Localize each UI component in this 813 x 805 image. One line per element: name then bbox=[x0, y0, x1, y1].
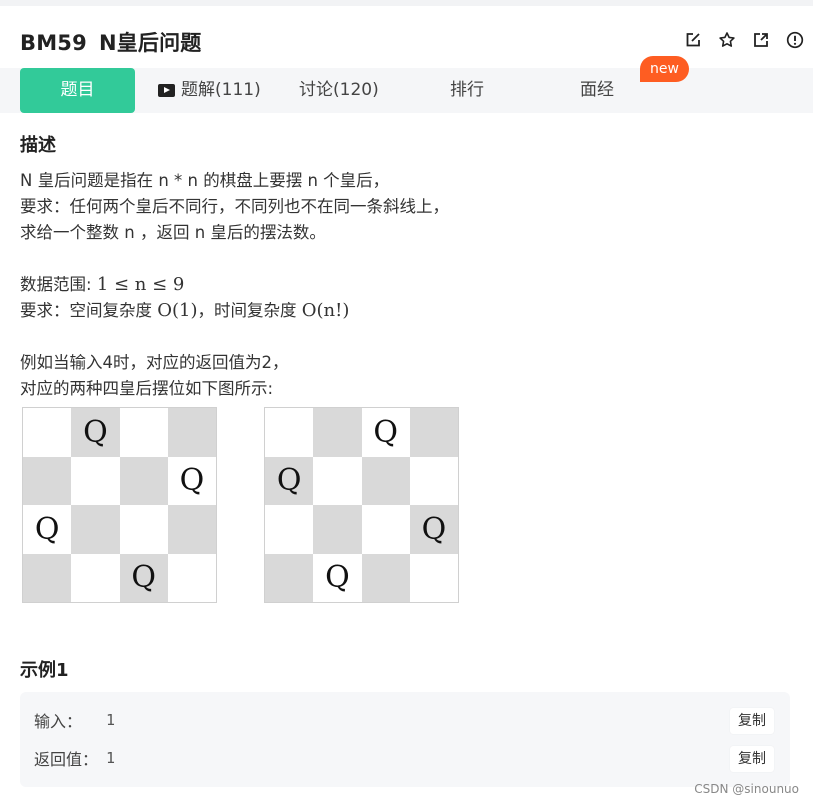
req-label: 要求：空间复杂度 bbox=[20, 301, 158, 320]
edit-icon[interactable] bbox=[683, 30, 703, 50]
board-cell bbox=[265, 408, 314, 457]
board-cell bbox=[361, 553, 410, 602]
info-icon[interactable] bbox=[785, 30, 805, 50]
board-cell bbox=[361, 505, 410, 554]
board-cell bbox=[313, 456, 362, 505]
board-cell bbox=[265, 505, 314, 554]
queen-cell: Q bbox=[265, 456, 314, 505]
header-actions bbox=[683, 30, 805, 50]
board-cell bbox=[361, 456, 410, 505]
board-cell bbox=[23, 553, 72, 602]
external-link-icon[interactable] bbox=[751, 30, 771, 50]
input-label: 输入： bbox=[34, 712, 83, 731]
problem-card bbox=[0, 6, 813, 805]
video-icon bbox=[158, 84, 175, 97]
range-math: 1 ≤ n ≤ 9 bbox=[96, 274, 185, 295]
board-cell bbox=[71, 505, 120, 554]
board-cell bbox=[23, 408, 72, 457]
queen-cell: Q bbox=[119, 553, 168, 602]
output-label: 返回值： bbox=[34, 750, 99, 769]
description-heading: 描述 bbox=[20, 135, 56, 156]
tab-solution[interactable]: 题解(111) bbox=[158, 68, 261, 113]
queen-cell: Q bbox=[361, 408, 410, 457]
page-title: BM59 N皇后问题 bbox=[20, 27, 202, 57]
board-cell bbox=[71, 456, 120, 505]
problem-header: BM59 N皇后问题 bbox=[20, 26, 202, 58]
problem-name: N皇后问题 bbox=[98, 31, 202, 55]
watermark: CSDN @sinounuo bbox=[694, 782, 799, 796]
chessboard-1: QQQQ bbox=[22, 407, 217, 603]
req-mid: ，时间复杂度 bbox=[197, 301, 302, 320]
complexity-requirement: 要求：空间复杂度 O(1)，时间复杂度 O(n!) bbox=[20, 298, 449, 324]
tab-bar: 题目 题解(111) 讨论(120) 排行 面经 bbox=[0, 68, 813, 113]
input-value: 1 bbox=[106, 711, 116, 729]
tab-discuss[interactable]: 讨论(120) bbox=[299, 68, 379, 113]
desc-line-1: N 皇后问题是指在 n * n 的棋盘上要摆 n 个皇后， bbox=[20, 171, 390, 190]
board-cell bbox=[23, 456, 72, 505]
tab-rank[interactable]: 排行 bbox=[450, 68, 484, 113]
example-output-row: 返回值： 1 bbox=[34, 746, 115, 770]
board-cell bbox=[167, 553, 216, 602]
example-heading: 示例1 bbox=[20, 660, 69, 681]
problem-description: N 皇后问题是指在 n * n 的棋盘上要摆 n 个皇后， 要求：任何两个皇后不… bbox=[20, 168, 449, 402]
queen-cell: Q bbox=[313, 553, 362, 602]
board-cell bbox=[119, 408, 168, 457]
problem-id: BM59 bbox=[20, 31, 87, 55]
queen-cell: Q bbox=[71, 408, 120, 457]
board-cell bbox=[313, 408, 362, 457]
desc-line-2: 要求：任何两个皇后不同行，不同列也不在同一条斜线上， bbox=[20, 197, 449, 216]
tab-question[interactable]: 题目 bbox=[20, 68, 135, 113]
chessboard-2: QQQQ bbox=[264, 407, 459, 603]
tab-interview[interactable]: 面经 bbox=[580, 68, 614, 113]
data-range: 数据范围: 1 ≤ n ≤ 9 bbox=[20, 272, 449, 298]
queen-cell: Q bbox=[167, 456, 216, 505]
board-cell bbox=[119, 456, 168, 505]
board-cell bbox=[119, 505, 168, 554]
board-cell bbox=[167, 408, 216, 457]
star-icon[interactable] bbox=[717, 30, 737, 50]
output-value: 1 bbox=[106, 749, 116, 767]
example-line-2: 对应的两种四皇后摆位如下图所示: bbox=[20, 379, 274, 398]
board-cell bbox=[265, 553, 314, 602]
queen-cell: Q bbox=[23, 505, 72, 554]
queen-cell: Q bbox=[409, 505, 458, 554]
new-badge: new bbox=[640, 56, 689, 82]
desc-line-3: 求给一个整数 n ，返回 n 皇后的摆法数。 bbox=[20, 223, 326, 242]
example-line-1: 例如当输入4时，对应的返回值为2， bbox=[20, 353, 289, 372]
board-cell bbox=[167, 505, 216, 554]
example-box: 输入： 1 复制 返回值： 1 复制 bbox=[20, 692, 790, 787]
copy-input-button[interactable]: 复制 bbox=[730, 708, 774, 734]
copy-output-button[interactable]: 复制 bbox=[730, 746, 774, 772]
example-input-row: 输入： 1 bbox=[34, 708, 115, 732]
board-cell bbox=[409, 553, 458, 602]
time-complexity: O(n!) bbox=[301, 300, 350, 321]
tab-solution-label: 题解(111) bbox=[181, 80, 261, 100]
board-cell bbox=[71, 553, 120, 602]
range-label: 数据范围: bbox=[20, 275, 97, 294]
space-complexity: O(1) bbox=[157, 300, 198, 321]
board-cell bbox=[409, 408, 458, 457]
board-cell bbox=[313, 505, 362, 554]
board-cell bbox=[409, 456, 458, 505]
